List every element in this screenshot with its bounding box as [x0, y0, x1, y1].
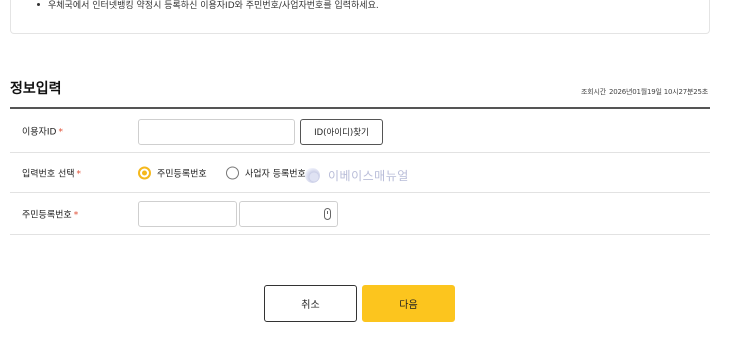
radio-business-number[interactable]: 사업자 등록번호: [226, 166, 306, 179]
timestamp-label: 조회시간: [581, 88, 606, 96]
radio-rrn[interactable]: 주민등록번호: [138, 166, 207, 179]
watermark-text: 이베이스매뉴얼: [328, 169, 409, 183]
cancel-button[interactable]: 취소: [264, 285, 357, 322]
radio-unchecked-icon: [226, 166, 239, 179]
watermark: 이베이스매뉴얼: [305, 167, 409, 184]
rrn-row: 주민등록번호 *: [10, 193, 710, 235]
user-id-row: 이용자ID * ID(아이디)찾기: [10, 109, 710, 153]
rrn-label: 주민등록번호 *: [22, 207, 78, 220]
bullet-icon: [37, 3, 40, 6]
rrn-front-input[interactable]: [138, 201, 237, 227]
id-type-label: 입력번호 선택 *: [22, 166, 81, 179]
notice-item: 우체국에서 인터넷뱅킹 약정시 등록하신 이용자ID와 주민번호/사업자번호를 …: [37, 0, 379, 11]
rrn-label-text: 주민등록번호: [22, 210, 72, 220]
id-type-label-text: 입력번호 선택: [22, 169, 75, 179]
find-id-button[interactable]: ID(아이디)찾기: [300, 119, 383, 145]
inquiry-timestamp: 조회시간 2026년01월19일 10시27분25초: [581, 87, 708, 97]
required-mark: *: [58, 127, 63, 137]
user-id-label: 이용자ID *: [22, 124, 63, 137]
radio-checked-icon: [138, 166, 151, 179]
required-mark: *: [73, 210, 79, 220]
secure-keypad-icon[interactable]: [324, 208, 331, 220]
required-mark: *: [76, 169, 82, 179]
notice-box: 우체국에서 인터넷뱅킹 약정시 등록하신 이용자ID와 주민번호/사업자번호를 …: [10, 0, 710, 34]
section-title: 정보입력: [10, 81, 62, 97]
user-id-input[interactable]: [138, 119, 295, 145]
rrn-back-input[interactable]: [239, 201, 338, 227]
next-button[interactable]: 다음: [362, 285, 455, 322]
notice-text: 우체국에서 인터넷뱅킹 약정시 등록하신 이용자ID와 주민번호/사업자번호를 …: [48, 1, 379, 11]
timestamp-value: 2026년01월19일 10시27분25초: [608, 88, 708, 96]
radio-rrn-label: 주민등록번호: [157, 169, 207, 179]
user-id-label-text: 이용자ID: [22, 127, 57, 137]
watermark-logo-icon: [305, 168, 320, 183]
radio-business-label: 사업자 등록번호: [245, 169, 306, 179]
